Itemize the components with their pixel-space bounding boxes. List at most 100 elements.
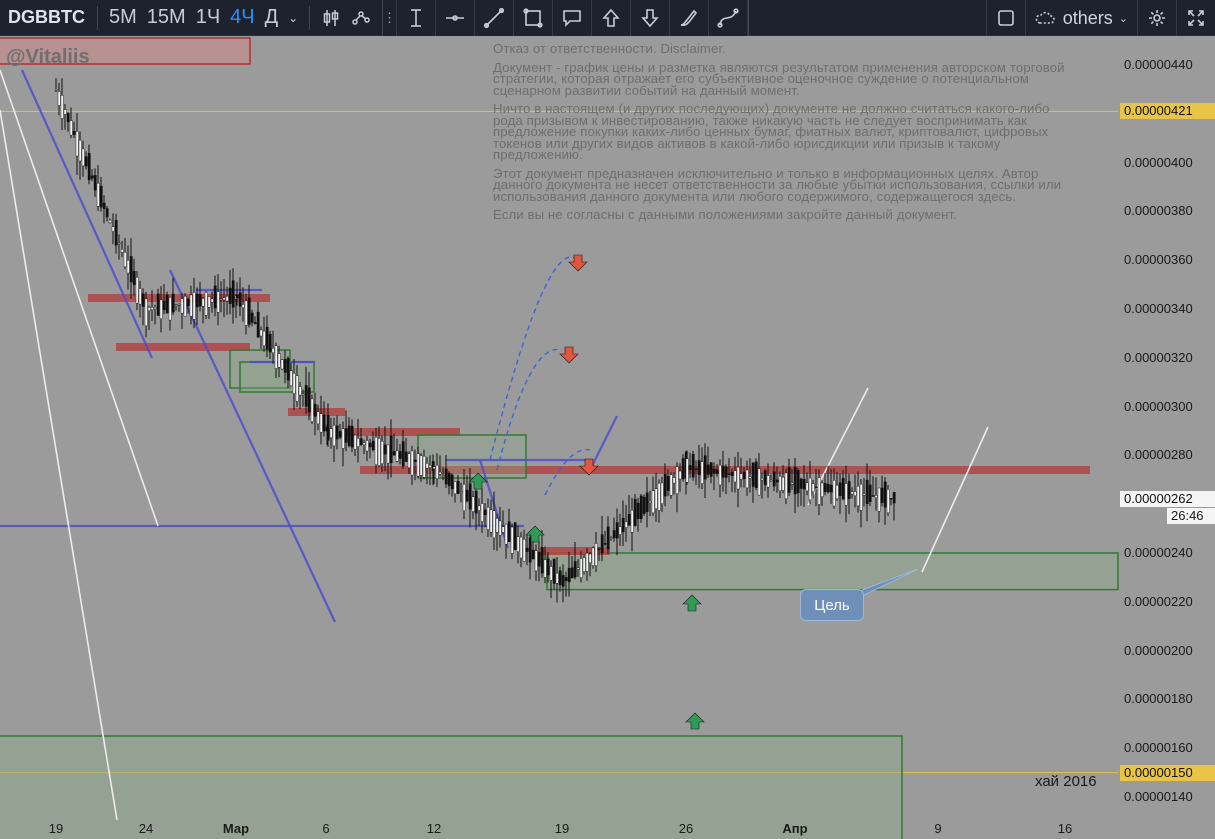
interval-1d-button[interactable]: Д (260, 0, 284, 36)
candle-body (892, 492, 896, 504)
candle-body (549, 566, 553, 581)
price-tick-label: 0.00000180 (1124, 691, 1193, 707)
chevron-down-icon[interactable]: ⌄ (283, 0, 303, 36)
drag-handle-icon[interactable]: ⋮ (383, 0, 397, 36)
arrow-down-icon[interactable] (631, 0, 670, 36)
candle-body (407, 453, 411, 468)
brush-icon[interactable] (670, 0, 709, 36)
candle-body (769, 479, 773, 482)
candle-body (784, 472, 788, 500)
candle-body (156, 293, 160, 316)
price-tick-label: 0.00000440 (1124, 57, 1193, 72)
symbol-label[interactable]: DGBBTC (0, 0, 91, 36)
candle-body (247, 297, 251, 325)
candle-body (386, 444, 390, 464)
chevron-down-icon: ⌄ (1118, 12, 1128, 25)
gear-icon[interactable] (1137, 0, 1176, 36)
interval-15m-button[interactable]: 15M (142, 0, 191, 36)
candle-body (274, 345, 278, 369)
candle-body (99, 185, 103, 208)
callout-icon[interactable] (553, 0, 592, 36)
candle-body (392, 451, 396, 456)
candle-body (207, 296, 211, 308)
candle-body (850, 491, 854, 495)
price-tick-label: 0.00000200 (1124, 642, 1193, 658)
horizontal-line-icon[interactable] (436, 0, 475, 36)
candle-body (685, 458, 689, 483)
candle-body (253, 322, 257, 325)
projection-arc (489, 256, 576, 461)
candle-body (552, 558, 556, 584)
candle-body (332, 425, 336, 447)
candle-body (841, 478, 845, 500)
candle-body (805, 482, 809, 492)
candle-body (195, 293, 199, 308)
trend-line (20, 69, 154, 359)
candle-body (757, 468, 761, 496)
interval-5m-button[interactable]: 5M (104, 0, 142, 36)
candle-body (87, 153, 91, 181)
candle-body (636, 502, 640, 519)
low-zone (0, 735, 903, 839)
candle-body (838, 482, 842, 496)
candle-body (90, 175, 94, 179)
chart-app: DGBBTC 5M 15M 1Ч 4Ч Д ⌄ ⋮ others ⌄ @Vita… (0, 0, 1215, 839)
candle-body (335, 425, 339, 440)
candle-body (204, 292, 208, 316)
candle-body (666, 475, 670, 491)
candle-body (241, 304, 245, 308)
date-tick-label: 19 (48, 821, 64, 836)
text-cursor-icon[interactable] (397, 0, 436, 36)
price-tick-label: 0.00000400 (1124, 154, 1193, 170)
projection-line (921, 426, 989, 573)
candle-body (847, 480, 851, 500)
candle-body (368, 442, 372, 448)
candle-body (222, 297, 226, 301)
trend-line-icon[interactable] (475, 0, 514, 36)
indicators-icon[interactable] (346, 0, 376, 36)
candle-body (537, 551, 541, 567)
candle-body (141, 293, 145, 307)
drawing-toolbar: ⋮ (382, 0, 749, 36)
date-tick-label: Апр (782, 821, 808, 836)
candle-body (672, 477, 676, 484)
candle-body (745, 469, 749, 489)
candle-body (395, 450, 399, 462)
candle-body (75, 131, 79, 157)
candle-body (111, 226, 115, 232)
candle-body (573, 561, 577, 578)
candle-body (262, 330, 266, 346)
fullscreen-icon[interactable] (1176, 0, 1215, 36)
candle-body (796, 470, 800, 494)
candle-body (778, 476, 782, 491)
candle-body (621, 517, 625, 533)
candle-body (444, 468, 448, 485)
cloud-icon[interactable]: others ⌄ (1024, 0, 1137, 36)
candle-body (510, 526, 514, 554)
candle-body (362, 442, 366, 445)
interval-4h-button[interactable]: 4Ч (225, 0, 259, 36)
curve-icon[interactable] (709, 0, 748, 36)
candle-body (856, 485, 860, 507)
trend-line (589, 415, 618, 471)
candle-body (268, 333, 272, 353)
candle-body (471, 496, 475, 512)
arrow-up-icon[interactable] (592, 0, 631, 36)
candle-body (462, 484, 466, 511)
candle-body (615, 522, 619, 539)
target-callout[interactable]: Цель (800, 589, 864, 621)
checkbox-icon[interactable] (985, 0, 1025, 36)
candles-icon[interactable] (316, 0, 346, 36)
interval-1h-button[interactable]: 1Ч (191, 0, 225, 36)
candle-body (694, 468, 698, 470)
candle-body (228, 287, 232, 304)
candle-body (456, 481, 460, 494)
candle-body (724, 466, 728, 478)
candle-body (802, 479, 806, 490)
rectangle-icon[interactable] (514, 0, 553, 36)
candle-body (365, 440, 369, 452)
highlighted-price-label: 0.00000150 (1120, 764, 1215, 781)
candle-body (624, 521, 628, 528)
candle-body (453, 481, 457, 494)
candle-body (180, 298, 184, 314)
